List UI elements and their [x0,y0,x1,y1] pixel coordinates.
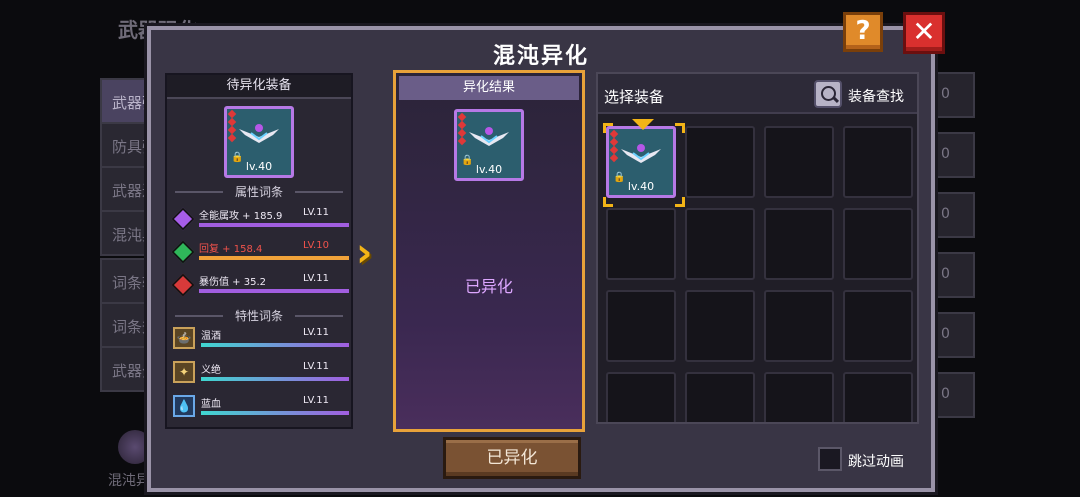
attack-gem-icon [171,207,195,231]
mutation-result-header: 异化结果 [399,76,579,100]
select-equipment-title: 选择装备 [604,88,665,106]
attribute-level: LV.11 [303,207,329,218]
pending-equipment-slot[interactable]: 🔒 lv.40 [224,106,294,178]
attribute-level: LV.10 [303,240,329,251]
result-equipment-slot[interactable]: 🔒 lv.40 [454,109,524,181]
empty-equipment-slot[interactable] [606,208,676,280]
pending-equipment-panel: 待异化装备 🔒 lv.40 属性词条 全能属攻 + 185.9 LV.11 回复… [165,73,353,429]
help-button[interactable]: ? [843,12,883,52]
attribute-row: 回复 + 158.4 LV.10 [171,240,349,270]
attribute-level: LV.11 [303,273,329,284]
empty-equipment-slot[interactable] [685,208,755,280]
empty-equipment-slot[interactable] [685,372,755,422]
equipment-grid: 🔒 lv.40 [603,119,913,422]
select-equipment-panel: 选择装备 装备查找 🔒 lv.40 [596,72,919,424]
trait-text: 温酒 [201,331,221,342]
trait-row: ✦ 义绝 LV.11 [173,361,349,391]
empty-equipment-slot[interactable] [843,126,913,198]
weapon-icon [469,127,509,146]
bg-side-value: 0 [935,192,975,238]
blue-blood-icon: 💧 [173,395,195,417]
attribute-text: 全能属攻 + 185.9 [199,211,283,222]
attribute-section-title: 属性词条 [175,183,343,200]
trait-level: LV.11 [303,395,329,406]
empty-equipment-slot[interactable] [843,208,913,280]
bg-side-value: 0 [935,72,975,118]
trait-bar [201,343,349,347]
trait-text: 义绝 [201,365,221,376]
close-button[interactable]: ✕ [903,12,945,54]
trait-section-title: 特性词条 [175,307,343,324]
bg-side-value: 0 [935,252,975,298]
attribute-text: 暴伤值 + 35.2 [199,277,267,288]
empty-equipment-slot[interactable] [843,372,913,422]
weapon-icon [239,124,279,143]
dialog-title: 混沌异化 [492,44,589,69]
attribute-bar [199,223,349,227]
trait-level: LV.11 [303,361,329,372]
item-level: lv.40 [475,163,503,176]
bg-side-value: 0 [935,132,975,178]
skip-animation-label: 跳过动画 [848,454,904,470]
trait-level: LV.11 [303,327,329,338]
bg-side-value: 0 [935,312,975,358]
heal-gem-icon [171,240,195,264]
attribute-bar [199,289,349,293]
loyalty-icon: ✦ [173,361,195,383]
attribute-row: 全能属攻 + 185.9 LV.11 [171,207,349,237]
selection-arrow-icon [632,119,654,130]
item-level: lv.40 [627,180,655,193]
empty-equipment-slot[interactable] [764,208,834,280]
equipment-slot-selected[interactable]: 🔒 lv.40 [603,119,685,207]
wine-icon: 🍲 [173,327,195,349]
magnifier-icon [814,80,842,108]
empty-equipment-slot[interactable] [843,290,913,362]
crit-gem-icon [171,273,195,297]
trait-row: 🍲 温酒 LV.11 [173,327,349,357]
select-equipment-header: 选择装备 装备查找 [598,74,917,114]
empty-equipment-slot[interactable] [606,372,676,422]
empty-equipment-slot[interactable] [606,290,676,362]
skip-animation-checkbox[interactable] [818,447,842,471]
attribute-text: 回复 + 158.4 [199,244,263,255]
arrow-right-icon: › [356,230,373,276]
mutation-status: 已异化 [464,277,513,296]
pending-equipment-header: 待异化装备 [167,75,351,99]
empty-equipment-slot[interactable] [764,126,834,198]
empty-equipment-slot[interactable] [685,126,755,198]
empty-equipment-slot[interactable] [764,372,834,422]
empty-equipment-slot[interactable] [685,290,755,362]
equipment-search-button[interactable]: 装备查找 [814,80,914,110]
trait-bar [201,377,349,381]
empty-equipment-slot[interactable] [764,290,834,362]
mutation-result-panel: 异化结果 🔒 lv.40 已异化 [393,70,585,432]
trait-bar [201,411,349,415]
trait-text: 蓝血 [201,399,221,410]
weapon-icon [621,144,661,163]
attribute-row: 暴伤值 + 35.2 LV.11 [171,273,349,303]
bg-side-value: 0 [935,372,975,418]
confirm-mutation-button[interactable]: 已异化 [443,437,581,479]
item-level: lv.40 [245,160,273,173]
attribute-bar [199,256,349,260]
equipment-search-label: 装备查找 [848,89,904,105]
trait-row: 💧 蓝血 LV.11 [173,395,349,425]
